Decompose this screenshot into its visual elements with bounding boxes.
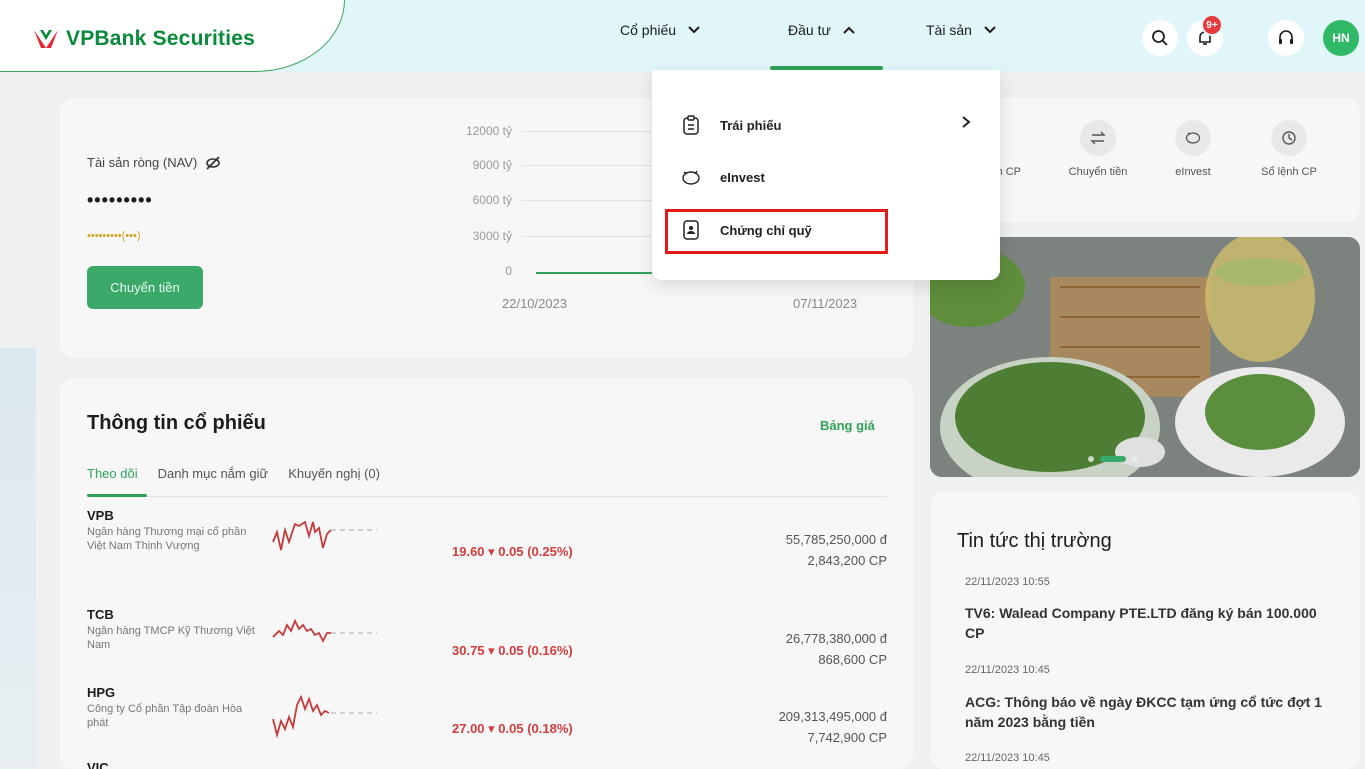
table-row[interactable]: VIC [87,760,887,769]
grid-line [522,165,652,166]
market-news-title: Tin tức thị trường [957,530,1112,552]
news-time: 22/11/2023 10:45 [965,752,1050,764]
stock-symbol: VPB [87,508,114,523]
chevron-down-icon [688,26,700,34]
pagination-dot[interactable] [1132,456,1138,462]
stock-tabs: Theo dõi Danh mục nắm giữ Khuyến nghị (0… [87,466,380,481]
quick-action-label: Sổ lệnh CP [1261,166,1317,178]
stock-volume: 2,843,200 CP [807,553,887,568]
stock-volume: 7,742,900 CP [807,730,887,745]
grid-line [522,131,652,132]
clipboard-icon [680,114,702,136]
top-header: VPBank Securities Cổ phiếu Đầu tư Tài sả… [0,0,1365,72]
y-tick: 12000 tỷ [465,124,512,138]
news-time: 22/11/2023 10:55 [965,576,1050,588]
nav-label-row: Tài sản ròng (NAV) [87,155,221,170]
table-row[interactable]: TCB Ngân hàng TMCP Kỹ Thương Việt Nam 30… [87,607,887,687]
table-row[interactable]: HPG Công ty Cổ phần Tập đoàn Hòa phát 27… [87,685,887,765]
menu-item-bonds[interactable]: Trái phiếu [680,114,781,136]
background-decoration [0,348,36,769]
nav-assets-label: Tài sản [926,22,972,38]
sparkline-chart [272,520,377,551]
chevron-right-icon [962,116,971,128]
transfer-icon [1080,120,1116,156]
menu-item-einvest[interactable]: eInvest [680,166,765,188]
transfer-money-button[interactable]: Chuyển tiền [87,266,203,309]
y-tick: 3000 tỷ [472,229,512,243]
tab-divider [87,496,887,497]
quick-action-label: eInvest [1175,166,1211,178]
stock-company: Công ty Cổ phần Tập đoàn Hòa phát [87,703,243,729]
grid-line [522,236,652,237]
banner-pagination[interactable] [1088,456,1138,462]
quick-action-transfer[interactable]: Chuyển tiền [1058,120,1138,178]
news-headline[interactable]: TV6: Walead Company PTE.LTD đăng ký bán … [965,603,1335,643]
nav-assets[interactable]: Tài sản [926,22,998,38]
stock-symbol: HPG [87,685,116,700]
menu-item-label: eInvest [720,169,765,185]
y-tick: 9000 tỷ [472,158,512,172]
grid-line [522,200,652,201]
user-avatar[interactable]: HN [1323,20,1359,56]
stock-company: Ngân hàng Thương mại cổ phần Việt Nam Th… [87,526,247,552]
piggy-bank-icon [680,166,702,188]
nav-invest-label: Đầu tư [788,22,831,38]
vpbank-logo-icon [34,30,58,48]
highlight-annotation [665,209,888,254]
nav-line [536,272,652,274]
y-tick: 0 [505,264,512,278]
sparkline-chart [272,694,377,739]
stock-value: 26,778,380,000 đ [785,631,887,646]
price-board-link[interactable]: Bảng giá [820,418,875,433]
headset-icon [1279,30,1293,44]
news-time: 22/11/2023 10:45 [965,664,1050,676]
y-tick: 6000 tỷ [472,193,512,207]
brand-name: VPBank Securities [66,27,255,50]
history-icon [1271,120,1307,156]
search-button[interactable] [1142,20,1178,56]
eye-slash-icon[interactable] [205,155,221,170]
nav-stocks-label: Cổ phiếu [620,22,677,38]
stock-volume: 868,600 CP [818,652,887,667]
pagination-dot[interactable] [1088,456,1094,462]
quick-action-label: Chuyển tiền [1068,166,1128,178]
tab-watchlist[interactable]: Theo dõi [87,466,138,481]
nav-masked-change: •••••••••(•••) [87,230,141,242]
menu-item-label: Trái phiếu [720,117,782,133]
support-button[interactable] [1268,20,1304,56]
news-headline[interactable]: ACG: Thông báo về ngày ĐKCC tạm ứng cổ t… [965,692,1335,732]
tab-recommendations[interactable]: Khuyến nghị (0) [288,466,380,481]
piggy-bank-icon [1175,120,1211,156]
stock-price-change: 27.00 ▾ 0.05 (0.18%) [452,721,573,736]
tab-portfolio[interactable]: Danh mục nắm giữ [158,466,269,481]
nav-stocks[interactable]: Cổ phiếu [620,22,702,38]
brand-logo[interactable]: VPBank Securities [32,27,255,51]
x-tick: 07/11/2023 [793,296,858,311]
chevron-down-icon [984,26,996,34]
sparkline-chart [272,618,377,644]
notification-badge: 9+ [1201,14,1223,36]
stock-price-change: 19.60 ▾ 0.05 (0.25%) [452,544,573,559]
x-tick: 22/10/2023 [502,296,568,311]
stock-symbol: TCB [87,607,114,622]
nav-masked-value: ••••••••• [87,190,153,210]
stock-company: Ngân hàng TMCP Kỹ Thương Việt Nam [87,625,255,651]
nav-label: Tài sản ròng (NAV) [87,155,198,170]
quick-action-order-book[interactable]: Sổ lệnh CP [1249,120,1329,178]
stock-price-change: 30.75 ▾ 0.05 (0.16%) [452,643,573,658]
stock-value: 209,313,495,000 đ [778,709,887,724]
stock-symbol: VIC [87,760,109,769]
quick-action-einvest[interactable]: eInvest [1153,120,1233,178]
stock-info-title: Thông tin cổ phiếu [87,412,266,434]
search-icon [1152,30,1168,46]
nav-invest[interactable]: Đầu tư [788,22,857,38]
table-row[interactable]: VPB Ngân hàng Thương mại cổ phần Việt Na… [87,508,887,588]
stock-value: 55,785,250,000 đ [785,532,887,547]
tab-active-indicator [87,494,147,497]
pagination-dot-active[interactable] [1100,456,1126,462]
chevron-up-icon [843,26,855,34]
